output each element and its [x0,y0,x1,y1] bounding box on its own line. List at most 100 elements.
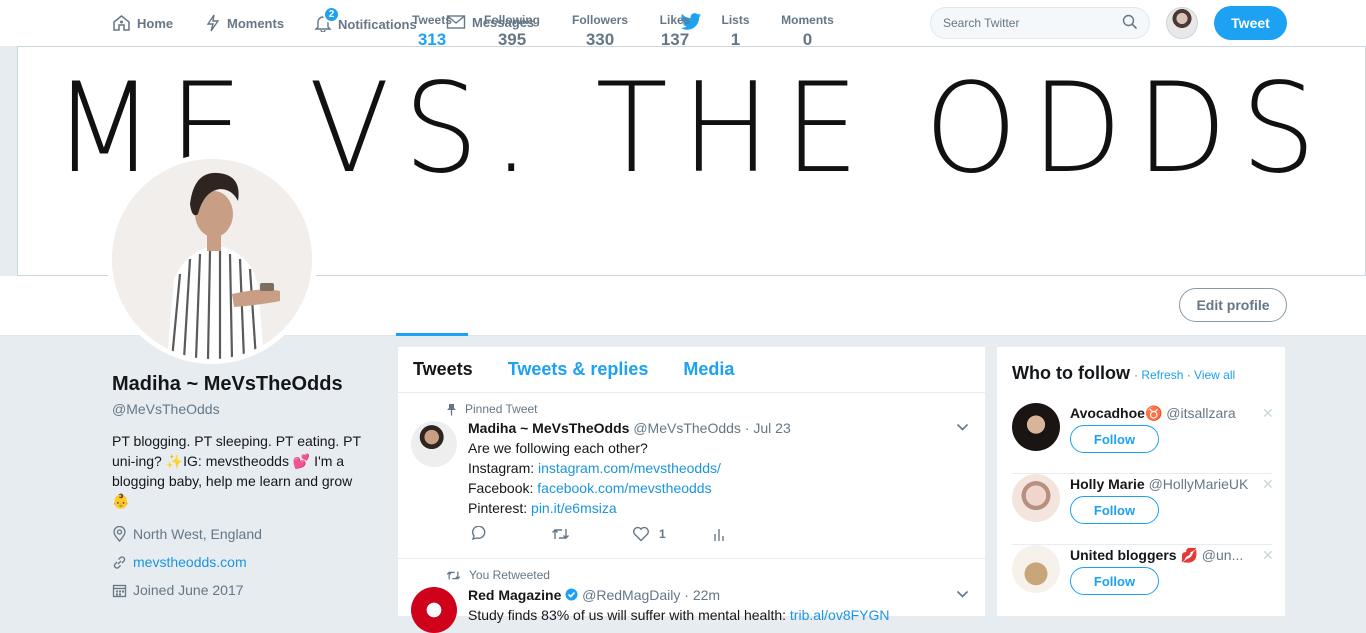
profile-joined-text: Joined June 2017 [133,582,244,598]
suggestion-name-line[interactable]: Avocadhoe♉ @itsallzara [1070,405,1255,422]
heart-icon[interactable] [632,526,650,542]
suggestion-name[interactable]: Avocadhoe♉ [1070,405,1162,421]
tweet-pinterest-link[interactable]: pin.it/e6msiza [531,500,617,516]
chevron-down-icon[interactable] [956,423,969,432]
stat-following[interactable]: Following 395 [483,13,541,50]
suggestion-name[interactable]: Holly Marie [1070,476,1145,492]
tweet-author-avatar[interactable] [411,421,457,467]
tab-tweets-and-replies[interactable]: Tweets & replies [508,359,649,380]
profile-location: North West, England [112,526,262,542]
suggestion-name[interactable]: United bloggers 💋 [1070,547,1198,563]
profile-avatar[interactable] [107,154,317,364]
profile-website[interactable]: mevstheodds.com [112,554,247,570]
suggestion-name-line[interactable]: United bloggers 💋 @un... [1070,547,1255,564]
tweet-text: Study finds 83% of us will suffer with m… [468,607,790,623]
stat-followers-value: 330 [585,30,615,49]
stat-tweets-label: Tweets [412,13,452,27]
stat-moments-label: Moments [781,13,834,27]
tweet-link[interactable]: trib.al/ov8FYGN [790,607,890,623]
compose-tweet-button[interactable]: Tweet [1214,6,1287,40]
nav-home[interactable]: Home [112,14,173,32]
nav-notifications[interactable]: 2 Notifications [314,6,417,35]
tweet-facebook-label: Facebook: [468,480,538,496]
analytics-icon[interactable] [713,527,725,542]
search-input[interactable] [930,7,1150,39]
who-to-follow-links: · Refresh · View all [1134,368,1236,382]
account-avatar[interactable] [1166,7,1198,39]
profile-handle[interactable]: @MeVsTheOdds [112,401,220,417]
reply-icon[interactable] [470,526,487,542]
suggestion-handle[interactable]: @un... [1202,547,1243,563]
edit-profile-button[interactable]: Edit profile [1179,288,1287,322]
close-icon[interactable]: ✕ [1262,547,1274,564]
location-pin-icon [113,526,126,542]
who-to-follow-title: Who to follow [1012,363,1130,383]
profile-photo [112,159,312,359]
suggestion-avatar[interactable] [1012,474,1060,522]
tweet-timestamp[interactable]: Jul 23 [753,420,790,436]
tweet-author-name[interactable]: Madiha ~ MeVsTheOdds [468,420,629,436]
profile-website-link[interactable]: mevstheodds.com [133,554,247,570]
stat-tweets[interactable]: Tweets 313 [411,13,453,50]
refresh-link[interactable]: Refresh [1141,368,1183,382]
stat-followers[interactable]: Followers 330 [571,13,629,50]
search-icon[interactable] [1122,14,1138,30]
view-all-link[interactable]: View all [1194,368,1235,382]
tweet-text-line: Study finds 83% of us will suffer with m… [468,607,890,623]
tab-tweets[interactable]: Tweets [413,359,473,380]
tweet-timestamp[interactable]: 22m [693,587,720,603]
retweet-icon[interactable] [551,527,570,541]
suggestion-handle[interactable]: @itsallzara [1166,405,1235,421]
suggestion-name-line[interactable]: Holly Marie @HollyMarieUK [1070,476,1255,492]
close-icon[interactable]: ✕ [1262,476,1274,493]
home-icon [113,15,130,31]
stat-likes[interactable]: Likes 137 [659,13,691,50]
nav-moments-label: Moments [227,15,285,31]
tweet-instagram-line: Instagram: instagram.com/mevstheodds/ [468,460,721,476]
tweet-actions: 1 [470,526,725,542]
stat-moments[interactable]: Moments 0 [780,13,835,50]
profile-name[interactable]: Madiha ~ MeVsTheOdds [112,373,343,396]
suggestion-avatar[interactable] [1012,403,1060,451]
tweet-pinned[interactable]: Pinned Tweet Madiha ~ MeVsTheOdds @MeVsT… [398,393,985,559]
chevron-down-icon[interactable] [956,590,969,599]
profile-location-text: North West, England [133,526,262,542]
stat-likes-value: 137 [660,30,690,49]
active-stat-indicator [396,333,468,336]
tweet-context-label: You Retweeted [469,568,550,582]
tweet-header: Red Magazine @RedMagDaily · 22m [468,587,721,603]
notifications-count-badge: 2 [323,6,340,23]
tweet-retweeted[interactable]: You Retweeted Red Magazine @RedMagDaily … [398,559,985,633]
follow-suggestion: United bloggers 💋 @un... Follow ✕ [1012,545,1274,616]
follow-button[interactable]: Follow [1070,496,1159,524]
tweet-facebook-link[interactable]: facebook.com/mevstheodds [537,480,711,496]
nav-moments[interactable]: Moments [205,14,284,32]
suggestion-avatar[interactable] [1012,545,1060,593]
tweet-author-avatar[interactable] [411,587,457,633]
calendar-icon [112,584,127,597]
stat-followers-label: Followers [571,13,628,27]
tweet-instagram-link[interactable]: instagram.com/mevstheodds/ [538,460,721,476]
stat-lists-label: Lists [721,13,750,27]
tweet-author-handle[interactable]: @RedMagDaily [582,587,680,603]
tab-media[interactable]: Media [683,359,734,380]
suggestion-handle[interactable]: @HollyMarieUK [1149,476,1249,492]
follow-button[interactable]: Follow [1070,567,1159,595]
lightning-icon [206,14,220,32]
retweet-icon [446,570,461,580]
stat-likes-label: Likes [659,13,691,27]
tweet-instagram-label: Instagram: [468,460,539,476]
timeline: Tweets Tweets & replies Media Pinned Twe… [398,347,985,633]
follow-button[interactable]: Follow [1070,425,1159,453]
follow-suggestion: Holly Marie @HollyMarieUK Follow ✕ [1012,474,1274,545]
timeline-tabs: Tweets Tweets & replies Media [398,347,985,393]
tweet-author-name[interactable]: Red Magazine [468,587,561,603]
verified-badge-icon [565,588,578,601]
profile-joined: Joined June 2017 [112,582,244,598]
close-icon[interactable]: ✕ [1262,405,1274,422]
stat-lists[interactable]: Lists 1 [721,13,750,50]
nav-home-label: Home [137,15,174,31]
stat-following-value: 395 [497,30,527,49]
tweet-author-handle[interactable]: @MeVsTheOdds [633,420,741,436]
tweet-pinterest-label: Pinterest: [468,500,532,516]
